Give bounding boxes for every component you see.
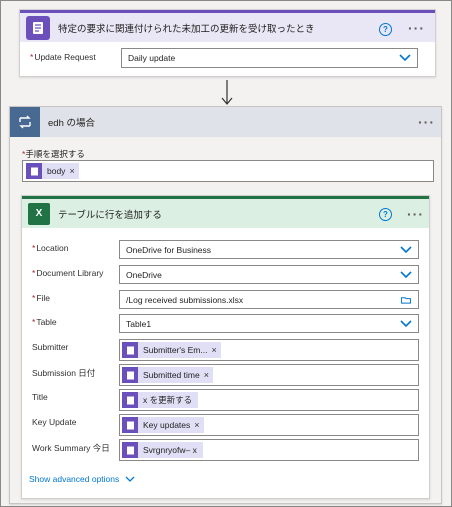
dynamic-content-token[interactable]: Svrgnryofw– x xyxy=(122,442,203,458)
excel-icon: X xyxy=(28,202,50,225)
field-label: Work Summary 今日 xyxy=(32,443,110,453)
field-label: *Table xyxy=(32,317,57,327)
trigger-card-header[interactable]: 特定の要求に関連付けられた未加工の更新を受け取ったとき ? ··· xyxy=(20,10,435,42)
field-label: Title xyxy=(32,392,48,402)
remove-token-icon[interactable]: × xyxy=(211,345,216,355)
dynamic-content-field[interactable]: Svrgnryofw– x xyxy=(119,439,419,461)
advanced-options-label: Show advanced options xyxy=(29,474,120,484)
dynamic-content-token[interactable]: Key updates × xyxy=(122,417,204,433)
dynamic-content-field[interactable]: Submitter's Em... × xyxy=(119,339,419,361)
flow-arrow-icon xyxy=(221,80,233,105)
field-label: *Location xyxy=(32,243,69,253)
folder-icon[interactable] xyxy=(400,296,412,304)
field-label: Key Update xyxy=(32,417,77,427)
condition-header[interactable]: edh の場合 ··· xyxy=(10,107,441,137)
token-label: Submitted time xyxy=(143,370,200,380)
token-label: Key updates xyxy=(143,420,191,430)
field-label: Submission 日付 xyxy=(32,368,96,378)
remove-token-icon[interactable]: × xyxy=(194,420,199,430)
field-value: /Log received submissions.xlsx xyxy=(126,294,244,305)
token-label: Submitter's Em... xyxy=(143,345,208,355)
file-picker-field[interactable]: /Log received submissions.xlsx xyxy=(119,290,419,309)
chevron-down-icon[interactable] xyxy=(400,320,412,328)
chevron-down-icon[interactable] xyxy=(400,246,412,254)
dynamic-content-token[interactable]: Submitted time × xyxy=(122,367,213,383)
add-row-header[interactable]: X テーブルに行を追加する ? ··· xyxy=(22,196,429,228)
field-label: *Document Library xyxy=(32,268,104,278)
dropdown-field[interactable]: OneDrive for Business xyxy=(119,240,419,259)
condition-icon xyxy=(10,107,40,137)
chevron-down-icon[interactable] xyxy=(400,271,412,279)
help-icon[interactable]: ? xyxy=(379,23,392,36)
token-label: x を更新する xyxy=(143,395,193,405)
more-options-icon[interactable]: ··· xyxy=(408,21,425,35)
field-label: Submitter xyxy=(32,342,69,352)
dynamic-content-field[interactable]: Submitted time × xyxy=(119,364,419,386)
add-row-title: テーブルに行を追加する xyxy=(58,209,162,221)
forms-icon xyxy=(26,15,50,40)
dynamic-content-field[interactable]: x を更新する xyxy=(119,389,419,411)
choose-step-field[interactable]: body × xyxy=(22,160,434,182)
more-options-icon[interactable]: ··· xyxy=(407,207,424,221)
help-icon[interactable]: ? xyxy=(379,208,392,221)
field-value: OneDrive for Business xyxy=(126,244,212,255)
token-label: Svrgnryofw– x xyxy=(143,445,197,455)
show-advanced-options-link[interactable]: Show advanced options xyxy=(29,474,135,484)
update-request-dropdown[interactable]: Daily update xyxy=(121,48,418,68)
forms-icon xyxy=(122,442,138,458)
update-request-value: Daily update xyxy=(128,53,176,63)
condition-title: edh の場合 xyxy=(48,118,95,129)
chevron-down-icon xyxy=(399,54,411,62)
update-request-label: *Update Request xyxy=(30,52,96,62)
dynamic-content-token[interactable]: x を更新する xyxy=(122,392,199,408)
forms-icon xyxy=(26,163,42,179)
dynamic-content-token[interactable]: Submitter's Em... × xyxy=(122,342,221,358)
dynamic-content-field[interactable]: Key updates × xyxy=(119,414,419,436)
body-token[interactable]: body × xyxy=(26,163,79,179)
field-label: *File xyxy=(32,293,51,303)
choose-step-label: *手順を選択する xyxy=(22,149,85,159)
field-value: OneDrive xyxy=(126,269,162,280)
forms-icon xyxy=(122,417,138,433)
add-row-card: X テーブルに行を追加する ? ··· *Location OneDrive fo… xyxy=(21,195,430,499)
flow-designer-canvas: 特定の要求に関連付けられた未加工の更新を受け取ったとき ? ··· *Updat… xyxy=(0,0,452,507)
more-options-icon[interactable]: ··· xyxy=(418,115,435,129)
remove-token-icon[interactable]: × xyxy=(204,370,209,380)
remove-token-icon[interactable]: × xyxy=(69,166,74,176)
chevron-down-icon xyxy=(125,476,135,482)
trigger-card: 特定の要求に関連付けられた未加工の更新を受け取ったとき ? ··· *Updat… xyxy=(19,9,436,77)
dropdown-field[interactable]: OneDrive xyxy=(119,265,419,284)
dropdown-field[interactable]: Table1 xyxy=(119,314,419,333)
trigger-title: 特定の要求に関連付けられた未加工の更新を受け取ったとき xyxy=(58,23,315,35)
forms-icon xyxy=(122,367,138,383)
field-value: Table1 xyxy=(126,318,152,329)
token-label: body xyxy=(47,166,66,176)
forms-icon xyxy=(122,342,138,358)
forms-icon xyxy=(122,392,138,408)
